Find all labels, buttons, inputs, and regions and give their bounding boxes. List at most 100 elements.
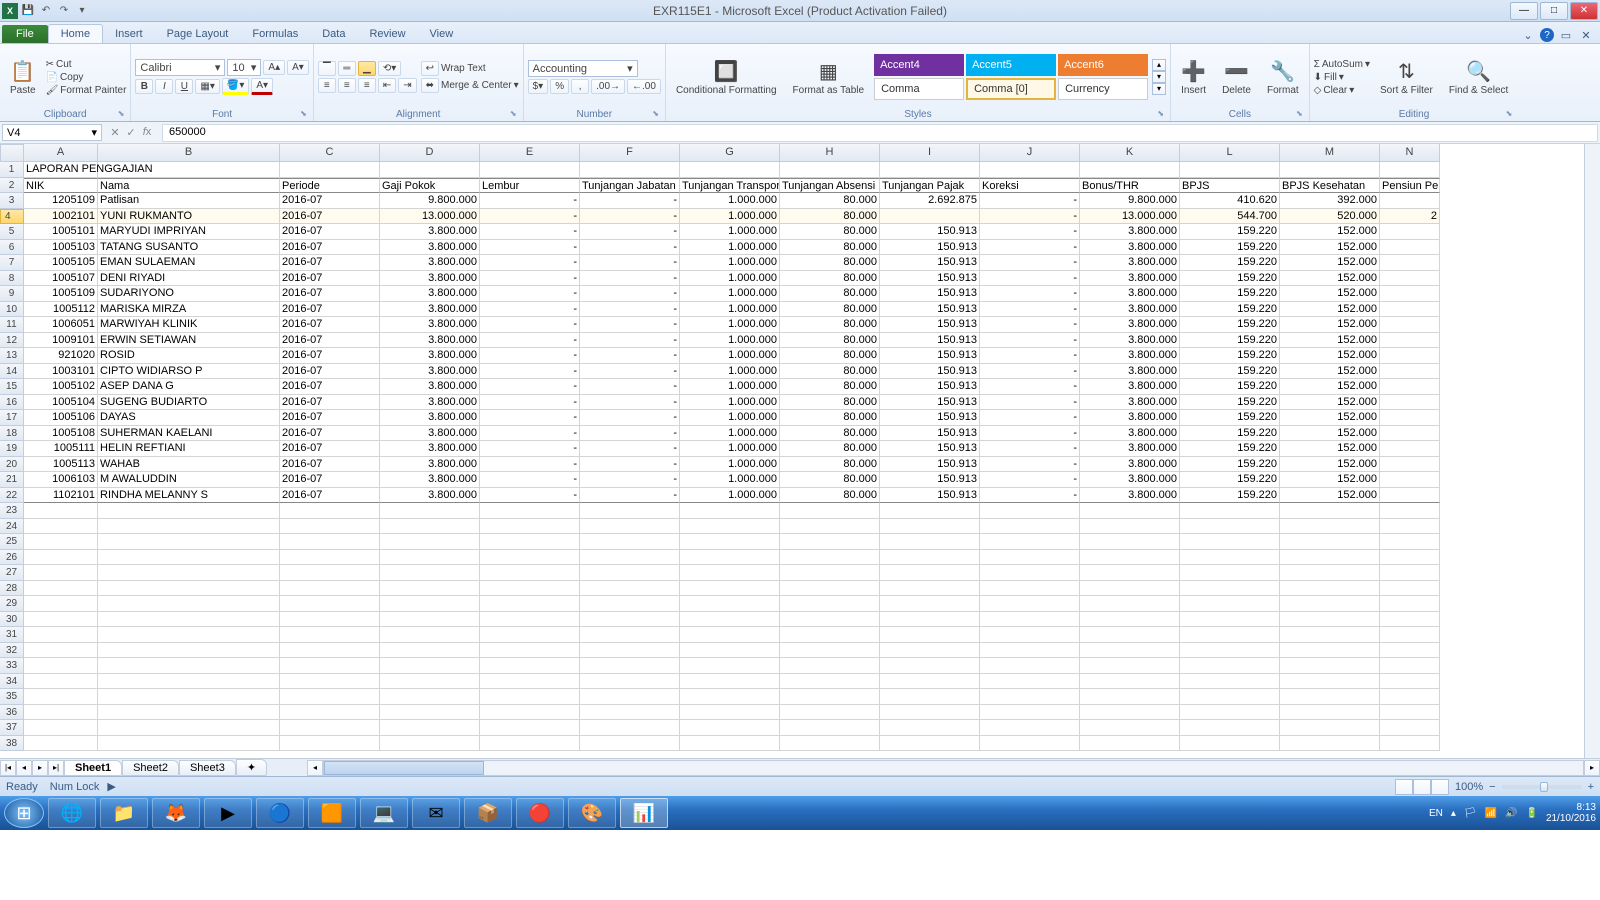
cell[interactable]: 80.000: [780, 410, 880, 426]
cell[interactable]: [980, 596, 1080, 612]
cell[interactable]: [280, 689, 380, 705]
cell[interactable]: [580, 736, 680, 752]
cell[interactable]: 1.000.000: [680, 457, 780, 473]
cell[interactable]: ASEP DANA G: [98, 379, 280, 395]
cell[interactable]: [98, 550, 280, 566]
cell[interactable]: 80.000: [780, 302, 880, 318]
taskbar-media-icon[interactable]: ▶: [204, 798, 252, 828]
cell[interactable]: 3.800.000: [1080, 224, 1180, 240]
cell[interactable]: [580, 596, 680, 612]
sheet-tab[interactable]: Sheet1: [64, 760, 122, 776]
sheet-nav[interactable]: |◂◂▸▸|: [0, 760, 64, 776]
row-header[interactable]: 33: [0, 658, 24, 674]
cell[interactable]: [380, 674, 480, 690]
cell[interactable]: [1180, 705, 1280, 721]
row-header[interactable]: 7: [0, 255, 24, 271]
cell[interactable]: [880, 705, 980, 721]
cell[interactable]: 1.000.000: [680, 271, 780, 287]
cell[interactable]: 1.000.000: [680, 333, 780, 349]
cell[interactable]: [480, 503, 580, 519]
vertical-scrollbar[interactable]: [1584, 144, 1600, 758]
cell[interactable]: [98, 736, 280, 752]
cell[interactable]: 1.000.000: [680, 209, 780, 225]
cancel-formula-icon[interactable]: ✕: [108, 126, 122, 139]
row-headers[interactable]: 1234567891011121314151617181920212223242…: [0, 162, 24, 751]
start-button[interactable]: ⊞: [4, 798, 44, 828]
cell[interactable]: [1380, 364, 1440, 380]
cell[interactable]: [1380, 689, 1440, 705]
cell[interactable]: 150.913: [880, 224, 980, 240]
row-header[interactable]: 4: [0, 209, 24, 225]
cell[interactable]: [580, 674, 680, 690]
cell[interactable]: 159.220: [1180, 379, 1280, 395]
cell[interactable]: 1.000.000: [680, 348, 780, 364]
cell[interactable]: 3.800.000: [380, 364, 480, 380]
cell[interactable]: [480, 689, 580, 705]
cell[interactable]: -: [480, 302, 580, 318]
column-header[interactable]: H: [780, 144, 880, 162]
cell[interactable]: [380, 627, 480, 643]
cell[interactable]: DAYAS: [98, 410, 280, 426]
cell[interactable]: 159.220: [1180, 488, 1280, 504]
cell[interactable]: [1280, 565, 1380, 581]
row-header[interactable]: 20: [0, 457, 24, 473]
cell[interactable]: [1080, 596, 1180, 612]
cell[interactable]: 3.800.000: [1080, 472, 1180, 488]
cell[interactable]: Patlisan: [98, 193, 280, 209]
cell[interactable]: MARISKA MIRZA: [98, 302, 280, 318]
column-header[interactable]: F: [580, 144, 680, 162]
cell[interactable]: 80.000: [780, 364, 880, 380]
cell[interactable]: 1005101: [24, 224, 98, 240]
cell[interactable]: 159.220: [1180, 472, 1280, 488]
cell[interactable]: 1005106: [24, 410, 98, 426]
tab-review[interactable]: Review: [357, 25, 417, 43]
cell[interactable]: 3.800.000: [1080, 410, 1180, 426]
tab-page-layout[interactable]: Page Layout: [155, 25, 241, 43]
cell[interactable]: [380, 503, 480, 519]
cell[interactable]: [1080, 643, 1180, 659]
cell[interactable]: [680, 503, 780, 519]
column-header[interactable]: M: [1280, 144, 1380, 162]
cell[interactable]: ERWIN SETIAWAN: [98, 333, 280, 349]
align-center-button[interactable]: ≡: [338, 78, 356, 93]
cell[interactable]: [480, 519, 580, 535]
format-cells-button[interactable]: 🔧Format: [1261, 57, 1305, 98]
tab-home[interactable]: Home: [48, 24, 103, 43]
column-header[interactable]: N: [1380, 144, 1440, 162]
cell[interactable]: [1280, 627, 1380, 643]
cell[interactable]: 159.220: [1180, 457, 1280, 473]
row-header[interactable]: 30: [0, 612, 24, 628]
cell[interactable]: [880, 627, 980, 643]
cell[interactable]: [1380, 255, 1440, 271]
cell[interactable]: [380, 689, 480, 705]
cell[interactable]: [1380, 643, 1440, 659]
cell[interactable]: [98, 658, 280, 674]
row-header[interactable]: 22: [0, 488, 24, 504]
cell[interactable]: 3.800.000: [380, 333, 480, 349]
find-select-button[interactable]: 🔍Find & Select: [1443, 57, 1514, 98]
cell[interactable]: [1080, 534, 1180, 550]
cell[interactable]: [280, 705, 380, 721]
row-header[interactable]: 24: [0, 519, 24, 535]
cell[interactable]: -: [480, 209, 580, 225]
cell[interactable]: -: [980, 271, 1080, 287]
cell[interactable]: -: [980, 286, 1080, 302]
cell[interactable]: [1080, 736, 1180, 752]
cell[interactable]: [1280, 643, 1380, 659]
cell[interactable]: -: [980, 333, 1080, 349]
row-header[interactable]: 2: [0, 178, 24, 194]
taskbar-firefox-icon[interactable]: 🦊: [152, 798, 200, 828]
cell[interactable]: 3.800.000: [380, 286, 480, 302]
cell[interactable]: [98, 534, 280, 550]
cell[interactable]: -: [480, 488, 580, 504]
cell[interactable]: 1006051: [24, 317, 98, 333]
cell[interactable]: [1180, 720, 1280, 736]
row-header[interactable]: 38: [0, 736, 24, 752]
cell[interactable]: [98, 627, 280, 643]
cell[interactable]: [580, 162, 680, 178]
cell[interactable]: 152.000: [1280, 317, 1380, 333]
cell[interactable]: 159.220: [1180, 271, 1280, 287]
cell[interactable]: 1.000.000: [680, 286, 780, 302]
row-header[interactable]: 34: [0, 674, 24, 690]
cell[interactable]: [280, 720, 380, 736]
